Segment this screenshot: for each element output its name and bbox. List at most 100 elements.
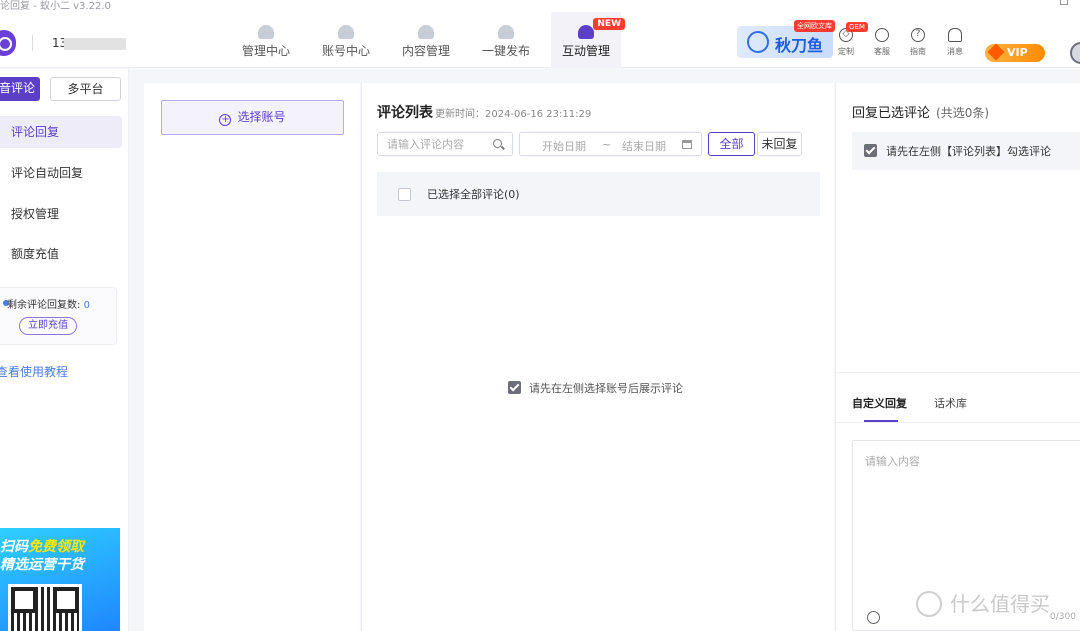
robot-icon bbox=[578, 25, 594, 39]
tab-script-library[interactable]: 话术库 bbox=[934, 395, 967, 411]
user-icon bbox=[338, 25, 354, 39]
nav-label: 管理中心 bbox=[241, 44, 290, 58]
reply-title: 回复已选评论 (共选0条) bbox=[852, 102, 989, 121]
sidebar-item-authorization[interactable]: 授权管理 bbox=[0, 198, 122, 230]
recharge-button[interactable]: 立即充值 bbox=[19, 317, 77, 335]
maximize-icon[interactable] bbox=[1060, 0, 1068, 5]
empty-hint-text: 请先在左侧选择账号后展示评论 bbox=[529, 382, 683, 395]
sidebar-item-auto-reply[interactable]: 评论自动回复 bbox=[0, 157, 122, 189]
sidebar-item-recharge[interactable]: 额度充值 bbox=[0, 238, 122, 270]
search-icon[interactable] bbox=[493, 139, 502, 148]
account-id-mask bbox=[64, 38, 126, 50]
avatar[interactable] bbox=[1070, 42, 1080, 64]
date-separator: ~ bbox=[602, 138, 612, 151]
tab-douyin-comments[interactable]: 音评论 bbox=[0, 77, 40, 101]
reply-title-text: 回复已选评论 bbox=[852, 106, 931, 121]
sidebar-item-comment-reply[interactable]: 评论回复 bbox=[0, 116, 122, 148]
empty-state: 请先在左侧选择账号后展示评论 bbox=[508, 380, 683, 396]
divider bbox=[32, 35, 33, 51]
top-navigation: 13 管理中心 账号中心 内容管理 一键发布 互动管理 NEW 秋刀鱼 全网欧文… bbox=[0, 12, 1080, 68]
brand-name: 秋刀鱼 bbox=[775, 36, 824, 55]
promo-line-2: 精选运营干货 bbox=[0, 557, 84, 573]
guide-button[interactable]: ? 指南 bbox=[903, 28, 933, 57]
promo-banner[interactable]: 扫码免费领取 精选运营干货 bbox=[0, 528, 120, 631]
oem-badge: OEM bbox=[846, 22, 868, 32]
new-badge: NEW bbox=[593, 18, 625, 30]
emoji-icon[interactable] bbox=[867, 611, 880, 624]
promo-prefix: 扫码 bbox=[0, 539, 28, 555]
tool-label: 指南 bbox=[910, 47, 926, 56]
plus-circle-icon: + bbox=[219, 114, 232, 126]
tab-multi-platform[interactable]: 多平台 bbox=[50, 77, 121, 101]
start-date-field[interactable]: 开始日期 bbox=[542, 138, 586, 154]
nav-label: 账号中心 bbox=[321, 44, 370, 58]
brand-banner[interactable]: 秋刀鱼 全网欧文库 bbox=[737, 20, 835, 58]
vip-button[interactable]: VIP bbox=[985, 44, 1045, 62]
watermark-text: 什么值得买 bbox=[950, 592, 1050, 616]
reply-input[interactable] bbox=[853, 441, 1080, 591]
filter-all-button[interactable]: 全部 bbox=[708, 132, 755, 156]
checkbox-icon bbox=[508, 381, 521, 394]
updated-time: 更新时间：2024-06-16 23:11:29 bbox=[435, 109, 592, 120]
checkbox-icon bbox=[864, 144, 877, 157]
select-all-row: 已选择全部评论(0) bbox=[377, 172, 820, 216]
date-range-picker[interactable]: 开始日期 ~ 结束日期 bbox=[519, 132, 702, 156]
select-all-checkbox[interactable] bbox=[398, 188, 411, 201]
brand-logo-icon bbox=[747, 31, 769, 53]
comment-list-panel: 评论列表 更新时间：2024-06-16 23:11:29 开始日期 ~ 结束日… bbox=[361, 83, 834, 631]
publish-icon bbox=[498, 25, 514, 39]
divider bbox=[836, 372, 1080, 373]
comment-search bbox=[377, 132, 513, 156]
custom-button[interactable]: ◇ 定制 bbox=[831, 28, 861, 57]
sidebar: 音评论 多平台 评论回复 评论自动回复 授权管理 额度充值 剩余评论回复数: 0… bbox=[0, 69, 129, 631]
nav-account-center[interactable]: 账号中心 bbox=[311, 12, 381, 68]
promo-line-1: 扫码免费领取 bbox=[0, 536, 84, 556]
quota-card: 剩余评论回复数: 0 立即充值 bbox=[0, 287, 117, 345]
content-icon bbox=[418, 25, 434, 39]
calendar-icon bbox=[682, 140, 692, 149]
nav-interaction-management[interactable]: 互动管理 NEW bbox=[551, 12, 625, 68]
tutorial-link[interactable]: 查看使用教程 bbox=[0, 363, 68, 380]
nav-label: 内容管理 bbox=[401, 44, 450, 58]
reply-hint: 请先在左侧【评论列表】勾选评论 bbox=[852, 132, 1080, 170]
select-all-label: 已选择全部评论(0) bbox=[427, 188, 520, 201]
quota-label: 剩余评论回复数: bbox=[7, 300, 81, 311]
divider bbox=[836, 422, 1080, 423]
tool-label: 定制 bbox=[838, 47, 854, 56]
promo-highlight: 免费领取 bbox=[28, 539, 84, 555]
window-titlebar: 论回复 - 蚁小二 v3.22.0 bbox=[0, 0, 1080, 12]
quota-value: 0 bbox=[83, 300, 90, 311]
customer-service-button[interactable]: 客服 bbox=[867, 28, 897, 57]
reply-panel: 回复已选评论 (共选0条) 请先在左侧【评论列表】勾选评论 自定义回复 话术库 0… bbox=[835, 83, 1080, 631]
search-input[interactable] bbox=[387, 134, 493, 154]
dashboard-icon bbox=[258, 25, 274, 39]
window-title: 论回复 - 蚁小二 v3.22.0 bbox=[0, 1, 111, 12]
help-icon: ? bbox=[911, 28, 925, 42]
messages-button[interactable]: 消息 bbox=[940, 28, 970, 57]
char-count: 0/300 bbox=[1050, 612, 1076, 622]
tool-label: 消息 bbox=[947, 47, 963, 56]
nav-label: 互动管理 bbox=[561, 44, 610, 58]
comment-list-title: 评论列表 bbox=[377, 105, 433, 121]
qr-code bbox=[8, 584, 82, 631]
bell-icon bbox=[948, 28, 962, 42]
nav-one-click-publish[interactable]: 一键发布 bbox=[471, 12, 541, 68]
nav-label: 一键发布 bbox=[481, 44, 530, 58]
end-date-field[interactable]: 结束日期 bbox=[622, 138, 666, 154]
tab-custom-reply[interactable]: 自定义回复 bbox=[852, 395, 907, 411]
nav-content-management[interactable]: 内容管理 bbox=[391, 12, 461, 68]
quota-text: 剩余评论回复数: 0 bbox=[7, 296, 90, 311]
brand-badge: 全网欧文库 bbox=[794, 20, 835, 32]
account-panel: + 选择账号 bbox=[144, 83, 360, 631]
tool-label: 客服 bbox=[874, 47, 890, 56]
selected-count: (共选0条) bbox=[936, 106, 990, 120]
select-account-label: 选择账号 bbox=[237, 110, 286, 124]
filter-unreplied-button[interactable]: 未回复 bbox=[757, 132, 802, 156]
select-account-button[interactable]: + 选择账号 bbox=[161, 100, 344, 135]
reply-hint-text: 请先在左侧【评论列表】勾选评论 bbox=[886, 145, 1051, 158]
nav-management-center[interactable]: 管理中心 bbox=[231, 12, 301, 68]
watermark: 什么值得买 bbox=[916, 588, 1050, 617]
watermark-logo-icon bbox=[916, 591, 942, 617]
headset-icon bbox=[875, 28, 889, 42]
app-logo bbox=[0, 30, 16, 56]
